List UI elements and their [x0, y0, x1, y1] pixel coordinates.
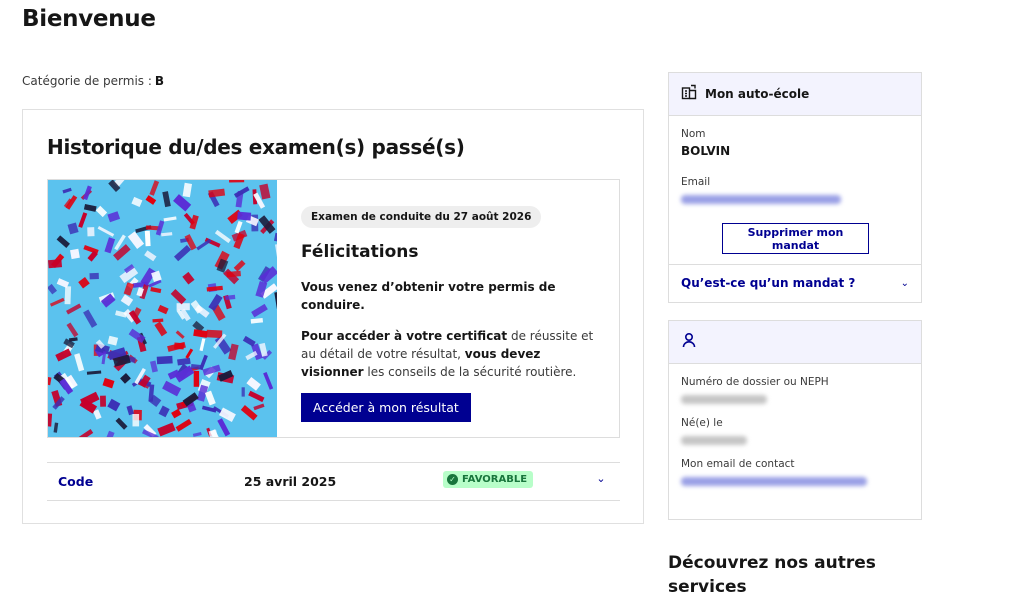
mandate-question: Qu’est-ce qu’un mandat ?	[681, 276, 856, 290]
driving-school-header: Mon auto-école	[669, 73, 921, 116]
dossier-field: Numéro de dossier ou NEPH	[681, 376, 909, 408]
mandate-faq-toggle[interactable]: Qu’est-ce qu’un mandat ? ⌄	[669, 265, 921, 301]
status-badge: ✓ FAVORABLE	[443, 471, 534, 488]
confetti-image	[48, 180, 277, 437]
school-name: BOLVIN	[681, 144, 731, 158]
driving-school-title: Mon auto-école	[705, 87, 810, 101]
exam-history-title: Historique du/des examen(s) passé(s)	[47, 135, 465, 159]
email-label: Email	[681, 176, 711, 188]
user-icon	[681, 332, 697, 352]
exam-date-badge: Examen de conduite du 27 août 2026	[301, 206, 542, 228]
confetti-piece	[156, 355, 173, 365]
certificate-instructions: Pour accéder à votre certificat de réuss…	[301, 327, 601, 381]
building-icon	[681, 84, 697, 104]
confetti-piece	[100, 395, 107, 407]
confetti-piece	[132, 414, 140, 427]
driving-result-box: Examen de conduite du 27 août 2026 Félic…	[47, 179, 620, 438]
exam-row-code[interactable]: Code 25 avril 2025 ✓ FAVORABLE ⌄	[47, 462, 620, 501]
license-obtained-text: Vous venez d’obtenir votre permis de con…	[301, 280, 556, 312]
birth-label: Né(e) le	[681, 417, 723, 429]
birth-date-redacted	[681, 436, 747, 445]
name-label: Nom	[681, 128, 706, 140]
confetti-piece	[237, 211, 252, 221]
confetti-piece	[70, 248, 80, 260]
category-label: Catégorie de permis :	[22, 74, 152, 88]
dossier-label: Numéro de dossier ou NEPH	[681, 376, 829, 388]
user-info-header	[669, 321, 921, 364]
remove-mandate-button[interactable]: Supprimer mon mandat	[722, 223, 869, 254]
result-content: Examen de conduite du 27 août 2026 Félic…	[301, 205, 601, 422]
category-value: B	[154, 74, 165, 88]
license-category: Catégorie de permis :B	[22, 74, 164, 88]
status-label: FAVORABLE	[462, 474, 528, 485]
confetti-piece	[144, 230, 151, 247]
confetti-piece	[206, 329, 223, 339]
chevron-down-icon[interactable]: ⌄	[593, 472, 609, 488]
driving-school-body: Nom BOLVIN Email Supprimer mon mandat	[669, 116, 921, 265]
exam-date: 25 avril 2025	[244, 474, 337, 489]
confetti-piece	[48, 259, 63, 269]
confetti-piece	[241, 387, 245, 397]
confetti-piece	[87, 227, 95, 237]
confetti-piece	[89, 272, 99, 280]
contact-email-redacted	[681, 477, 867, 486]
confetti-piece	[228, 180, 245, 183]
driving-school-panel: Mon auto-école Nom BOLVIN Email Supprime…	[668, 72, 922, 303]
chevron-down-icon: ⌄	[900, 277, 909, 289]
congratulations-heading: Félicitations	[301, 242, 419, 262]
exam-type: Code	[58, 474, 94, 489]
check-circle-icon: ✓	[447, 474, 458, 485]
contact-email-field: Mon email de contact	[681, 458, 909, 490]
instruction-bold-1: Pour accéder à votre certificat	[301, 329, 508, 343]
contact-email-label: Mon email de contact	[681, 458, 795, 470]
confetti-piece	[64, 286, 72, 305]
access-result-button[interactable]: Accéder à mon résultat	[301, 393, 471, 422]
user-info-panel: Numéro de dossier ou NEPH Né(e) le Mon e…	[668, 320, 922, 520]
confetti-piece	[173, 342, 185, 350]
confetti-piece	[176, 303, 190, 311]
user-info-body: Numéro de dossier ou NEPH Né(e) le Mon e…	[669, 364, 921, 511]
instruction-end: les conseils de la sécurité routière.	[363, 365, 577, 379]
page-title: Bienvenue	[22, 6, 156, 32]
discover-services-title: Découvrez nos autres services	[668, 553, 876, 597]
school-email-redacted[interactable]	[681, 195, 841, 204]
confetti-piece	[193, 370, 200, 387]
dossier-number-redacted	[681, 395, 767, 404]
exam-history-card: Historique du/des examen(s) passé(s) Exa…	[22, 109, 644, 524]
birth-field: Né(e) le	[681, 417, 909, 449]
